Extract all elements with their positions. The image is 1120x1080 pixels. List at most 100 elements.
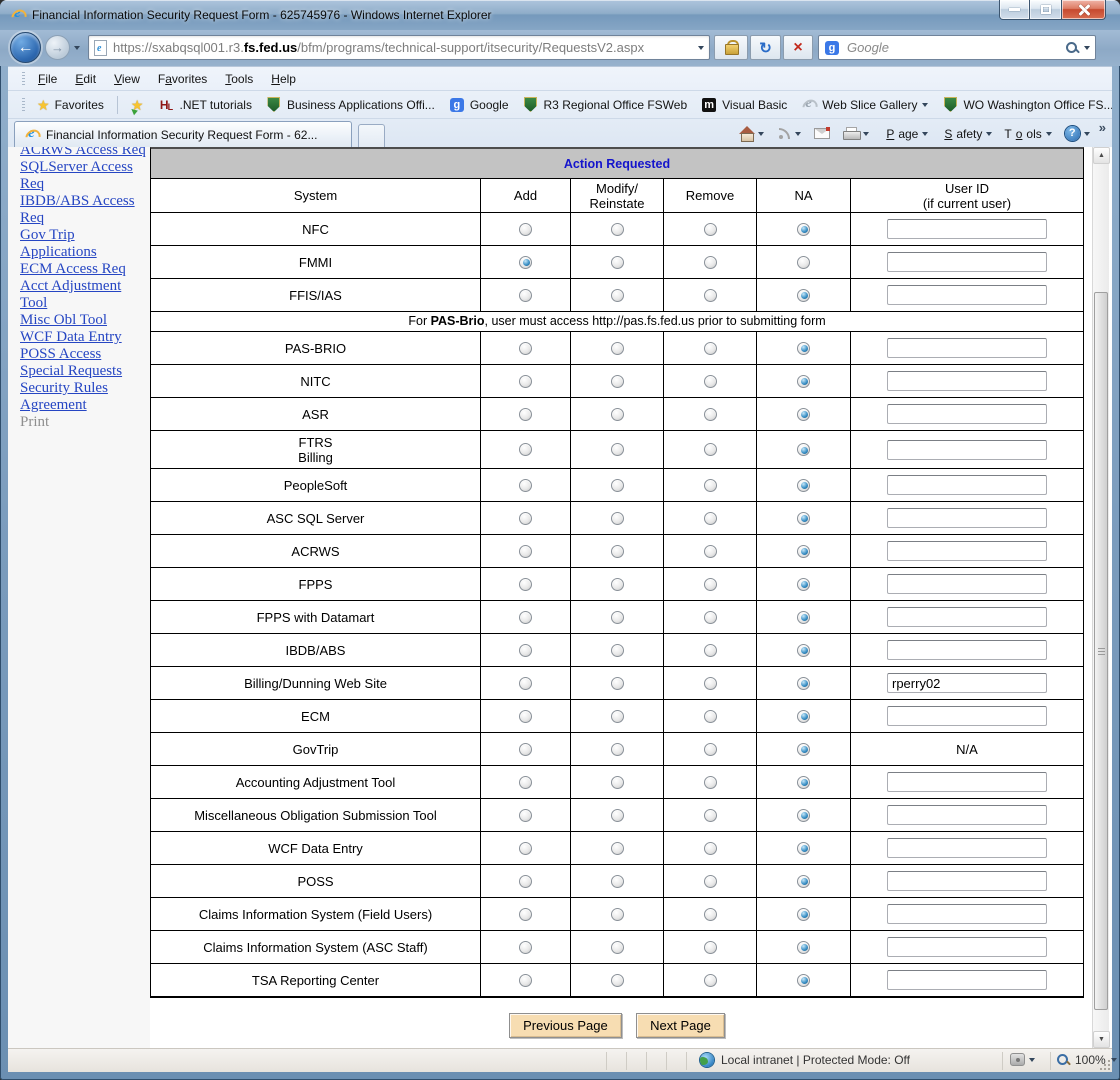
user-id-input[interactable] xyxy=(887,706,1047,726)
radio-na[interactable] xyxy=(797,443,810,456)
radio-na[interactable] xyxy=(797,256,810,269)
radio-add[interactable] xyxy=(519,710,532,723)
radio-na[interactable] xyxy=(797,908,810,921)
favorites-button[interactable]: ★ Favorites xyxy=(29,95,112,115)
radio-modify-reinstate[interactable] xyxy=(611,710,624,723)
radio-na[interactable] xyxy=(797,842,810,855)
sidebar-link-acct-adjustment-tool[interactable]: Acct Adjustment Tool xyxy=(20,278,150,312)
radio-add[interactable] xyxy=(519,512,532,525)
radio-remove[interactable] xyxy=(704,342,717,355)
radio-modify-reinstate[interactable] xyxy=(611,578,624,591)
user-id-input[interactable] xyxy=(887,937,1047,957)
user-id-input[interactable] xyxy=(887,772,1047,792)
radio-modify-reinstate[interactable] xyxy=(611,644,624,657)
radio-na[interactable] xyxy=(797,776,810,789)
radio-modify-reinstate[interactable] xyxy=(611,479,624,492)
radio-add[interactable] xyxy=(519,408,532,421)
user-id-input[interactable] xyxy=(887,508,1047,528)
radio-add[interactable] xyxy=(519,479,532,492)
sidebar-link-ibdb-abs-access-req[interactable]: IBDB/ABS Access Req xyxy=(20,193,150,227)
read-mail-button[interactable] xyxy=(808,125,836,142)
stop-button[interactable]: × xyxy=(783,35,813,60)
radio-remove[interactable] xyxy=(704,743,717,756)
radio-add[interactable] xyxy=(519,743,532,756)
radio-add[interactable] xyxy=(519,776,532,789)
radio-remove[interactable] xyxy=(704,908,717,921)
favorites-bar-item[interactable]: WO Washington Office FS... xyxy=(935,94,1112,116)
radio-remove[interactable] xyxy=(704,375,717,388)
radio-modify-reinstate[interactable] xyxy=(611,842,624,855)
sidebar-link-poss-access[interactable]: POSS Access xyxy=(20,346,150,363)
radio-add[interactable] xyxy=(519,443,532,456)
radio-remove[interactable] xyxy=(704,710,717,723)
user-id-input[interactable] xyxy=(887,219,1047,239)
radio-na[interactable] xyxy=(797,342,810,355)
radio-add[interactable] xyxy=(519,545,532,558)
radio-modify-reinstate[interactable] xyxy=(611,776,624,789)
radio-remove[interactable] xyxy=(704,512,717,525)
radio-modify-reinstate[interactable] xyxy=(611,408,624,421)
security-report-control[interactable] xyxy=(1010,1053,1035,1066)
radio-remove[interactable] xyxy=(704,408,717,421)
minimize-button[interactable] xyxy=(999,0,1030,20)
scroll-down-button[interactable]: ▼ xyxy=(1093,1031,1110,1048)
radio-add[interactable] xyxy=(519,809,532,822)
radio-add[interactable] xyxy=(519,941,532,954)
user-id-input[interactable] xyxy=(887,805,1047,825)
scroll-up-button[interactable]: ▲ xyxy=(1093,147,1110,164)
radio-add[interactable] xyxy=(519,342,532,355)
radio-na[interactable] xyxy=(797,644,810,657)
radio-na[interactable] xyxy=(797,710,810,723)
radio-modify-reinstate[interactable] xyxy=(611,875,624,888)
radio-na[interactable] xyxy=(797,545,810,558)
sidebar-link-acrws-access-req[interactable]: ACRWS Access Req xyxy=(20,147,150,159)
address-bar[interactable]: https://sxabqsql001.r3.fs.fed.us/bfm/pro… xyxy=(88,35,710,60)
radio-remove[interactable] xyxy=(704,875,717,888)
menu-item-tools[interactable]: Tools xyxy=(216,69,262,89)
radio-add[interactable] xyxy=(519,908,532,921)
radio-add[interactable] xyxy=(519,256,532,269)
radio-modify-reinstate[interactable] xyxy=(611,289,624,302)
radio-na[interactable] xyxy=(797,408,810,421)
radio-add[interactable] xyxy=(519,677,532,690)
user-id-input[interactable] xyxy=(887,607,1047,627)
favorites-bar-item[interactable]: Web Slice Gallery xyxy=(794,94,935,116)
zoom-control[interactable]: 100% xyxy=(1056,1053,1117,1067)
favorites-bar-item[interactable]: H .NET tutorials xyxy=(151,94,258,116)
tab-financial-form[interactable]: Financial Information Security Request F… xyxy=(14,121,352,148)
sidebar-link-misc-obl-tool[interactable]: Misc Obl Tool xyxy=(20,312,150,329)
sidebar-link-wcf-data-entry[interactable]: WCF Data Entry xyxy=(20,329,150,346)
sidebar-link-sqlserver-access-req[interactable]: SQLServer Access Req xyxy=(20,159,150,193)
radio-remove[interactable] xyxy=(704,289,717,302)
radio-modify-reinstate[interactable] xyxy=(611,512,624,525)
search-box[interactable]: g xyxy=(818,35,1096,60)
maximize-button[interactable] xyxy=(1030,0,1061,20)
command-safety-button[interactable]: Safety xyxy=(934,124,998,144)
user-id-input[interactable] xyxy=(887,252,1047,272)
radio-na[interactable] xyxy=(797,809,810,822)
favorites-bar-item[interactable]: R3 Regional Office FSWeb xyxy=(516,94,695,116)
user-id-input[interactable] xyxy=(887,371,1047,391)
radio-modify-reinstate[interactable] xyxy=(611,256,624,269)
security-lock-button[interactable] xyxy=(714,35,748,60)
radio-modify-reinstate[interactable] xyxy=(611,375,624,388)
address-dropdown-icon[interactable] xyxy=(698,46,704,50)
radio-na[interactable] xyxy=(797,512,810,525)
search-dropdown-icon[interactable] xyxy=(1084,46,1090,50)
user-id-input[interactable] xyxy=(887,640,1047,660)
radio-na[interactable] xyxy=(797,578,810,591)
sidebar-link-security-rules[interactable]: Security Rules xyxy=(20,380,150,397)
forward-button[interactable]: → xyxy=(45,35,70,60)
radio-remove[interactable] xyxy=(704,611,717,624)
radio-remove[interactable] xyxy=(704,809,717,822)
command-tools-button[interactable]: Tools xyxy=(998,124,1057,144)
user-id-input[interactable] xyxy=(887,871,1047,891)
vertical-scrollbar[interactable]: ▲ ▼ xyxy=(1092,147,1109,1048)
menu-item-edit[interactable]: Edit xyxy=(66,69,105,89)
menu-item-view[interactable]: View xyxy=(105,69,149,89)
radio-add[interactable] xyxy=(519,578,532,591)
radio-modify-reinstate[interactable] xyxy=(611,908,624,921)
feeds-button[interactable] xyxy=(771,124,807,144)
radio-modify-reinstate[interactable] xyxy=(611,974,624,987)
radio-modify-reinstate[interactable] xyxy=(611,342,624,355)
